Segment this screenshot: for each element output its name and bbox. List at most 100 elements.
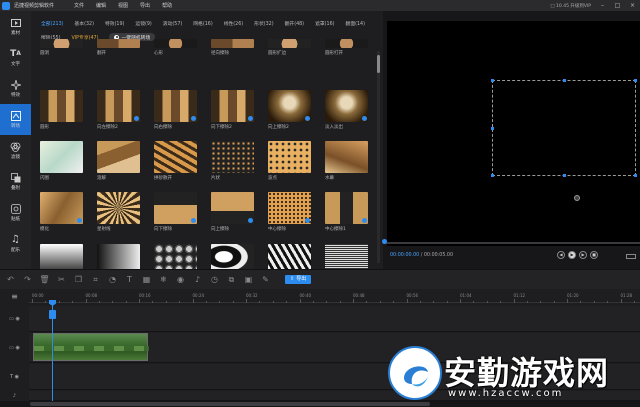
download-icon[interactable]	[305, 116, 310, 121]
menu-export[interactable]: 导出	[140, 2, 150, 9]
sidebar-item-text[interactable]: TA 文字	[0, 42, 31, 73]
transition-tile[interactable]: 淡入淡出	[325, 90, 368, 130]
transition-tile[interactable]: 模化	[40, 192, 83, 232]
category-tab-all[interactable]: 全部(213)	[41, 20, 64, 27]
transition-tile[interactable]: 圆形扩边	[268, 39, 311, 56]
transition-marker[interactable]	[49, 310, 56, 319]
resize-handle[interactable]	[491, 174, 494, 177]
resize-handle[interactable]	[491, 127, 494, 130]
mosaic-icon[interactable]: ▦	[141, 274, 152, 285]
fullscreen-icon[interactable]	[626, 254, 636, 259]
cut-icon[interactable]: ✂	[56, 274, 67, 285]
transition-tile[interactable]: 翻开	[97, 39, 140, 56]
category-tab[interactable]: 特效(19)	[105, 20, 124, 27]
download-icon[interactable]	[134, 116, 139, 121]
close-icon[interactable]: ×	[629, 2, 636, 9]
transition-tile[interactable]: 星射线	[97, 192, 140, 232]
transition-tile[interactable]: 向上擦除	[211, 192, 254, 232]
image-icon[interactable]: ▣	[243, 274, 254, 285]
freeze-icon[interactable]: ❄	[158, 274, 169, 285]
menu-file[interactable]: 文件	[74, 2, 84, 9]
resize-handle[interactable]	[634, 79, 637, 82]
transition-tile[interactable]: 片状	[211, 141, 254, 181]
transition-tile[interactable]: 圆形打开	[325, 39, 368, 56]
category-tab[interactable]: 线性(26)	[224, 20, 243, 27]
category-tab[interactable]: 运镜(9)	[135, 20, 151, 27]
redo-icon[interactable]: ↷	[22, 274, 33, 285]
transition-tile[interactable]: 溶解	[97, 141, 140, 181]
download-icon[interactable]	[305, 218, 310, 223]
menu-edit[interactable]: 编辑	[96, 2, 106, 9]
split-icon[interactable]: ⧉	[226, 274, 237, 285]
menu-help[interactable]: 帮助	[162, 2, 172, 9]
category-tab[interactable]: 翻开(48)	[285, 20, 304, 27]
transition-tile[interactable]: 向下擦除	[154, 192, 197, 232]
timeline-ruler[interactable]: 00:00 00:08 00:16 00:24 00:32 00:40 00:48 00:56…	[29, 289, 640, 303]
transition-tile[interactable]: 圆洞	[40, 39, 83, 56]
resize-handle[interactable]	[634, 174, 637, 177]
copy-icon[interactable]: ❐	[73, 274, 84, 285]
video-clip[interactable]	[33, 333, 149, 361]
transition-tile[interactable]: 向右擦除	[154, 90, 197, 130]
transition-tile[interactable]: 波点	[268, 141, 311, 181]
sidebar-item-filter[interactable]: 滤镜	[0, 135, 31, 166]
menu-view[interactable]: 视图	[118, 2, 128, 9]
export-button[interactable]: ⇪ 导出	[285, 275, 312, 284]
previous-icon[interactable]: ◀	[557, 251, 565, 259]
transition-tile[interactable]: 中心擦除1	[325, 192, 368, 232]
next-icon[interactable]: ▶	[579, 251, 587, 259]
transition-tile[interactable]: 向下擦除2	[211, 90, 254, 130]
text-edit-icon[interactable]: T	[124, 274, 135, 285]
transition-tile[interactable]: 圆形	[40, 90, 83, 130]
category-tab[interactable]: 网格(16)	[193, 20, 212, 27]
scrollbar-thumb[interactable]	[377, 55, 380, 73]
library-scrollbar[interactable]	[377, 51, 380, 263]
preview-progress-knob[interactable]	[382, 239, 387, 244]
timeline-scrollbar-thumb[interactable]	[30, 402, 430, 406]
selection-box[interactable]	[491, 79, 637, 177]
resize-handle[interactable]	[563, 79, 566, 82]
minimize-icon[interactable]: –	[599, 2, 606, 9]
sidebar-item-music[interactable]: ♫ 配乐	[0, 228, 31, 259]
transition-tile[interactable]: 水幕	[325, 141, 368, 181]
video-track-head[interactable]: ▭ ◉	[0, 333, 29, 363]
transition-tile[interactable]: 心形	[154, 39, 197, 56]
sidebar-item-effects[interactable]: 特效	[0, 73, 31, 104]
category-tab[interactable]: 滚动(57)	[163, 20, 182, 27]
transition-tile[interactable]: 拼砂散开	[154, 141, 197, 181]
stop-icon[interactable]: ■	[590, 251, 598, 259]
audio-track-head[interactable]: ♪	[0, 391, 29, 401]
category-tab[interactable]: 基本(32)	[75, 20, 94, 27]
preview-canvas[interactable]	[387, 21, 640, 246]
play-icon[interactable]: ▶	[568, 251, 576, 259]
mic-icon[interactable]: ♪	[192, 274, 203, 285]
text-track-head[interactable]: T ◉	[0, 364, 29, 390]
category-tab[interactable]: 遮罩(16)	[315, 20, 334, 27]
overlay-track[interactable]	[29, 306, 640, 332]
edit-icon[interactable]: ✎	[260, 274, 271, 285]
delete-icon[interactable]: 🗑	[39, 274, 50, 285]
transition-tile[interactable]: 闪图	[40, 141, 83, 181]
timeline-menu-icon[interactable]: ≡	[0, 291, 29, 301]
download-icon[interactable]	[248, 116, 253, 121]
timer-icon[interactable]: ◷	[209, 274, 220, 285]
maximize-icon[interactable]: □	[614, 2, 621, 9]
download-icon[interactable]	[362, 116, 367, 121]
download-icon[interactable]	[191, 218, 196, 223]
resize-handle[interactable]	[563, 174, 566, 177]
transition-tile[interactable]: 向左擦除2	[97, 90, 140, 130]
category-tab[interactable]: 翻面(14)	[346, 20, 365, 27]
transition-tile[interactable]: 中心擦除	[268, 192, 311, 232]
transition-tile[interactable]: 向上擦除2	[268, 90, 311, 130]
sidebar-item-sticker[interactable]: 贴纸	[0, 197, 31, 228]
download-icon[interactable]	[248, 218, 253, 223]
download-icon[interactable]	[77, 218, 82, 223]
rotate-icon[interactable]	[574, 195, 580, 201]
record-icon[interactable]: ◉	[175, 274, 186, 285]
sidebar-item-media[interactable]: 素材	[0, 11, 31, 42]
download-icon[interactable]	[191, 116, 196, 121]
transition-tile[interactable]: 径向擦除	[211, 39, 254, 56]
version-info[interactable]: □ 10.45 升级到VIP	[550, 3, 591, 9]
sidebar-item-overlay[interactable]: 叠附	[0, 166, 31, 197]
undo-icon[interactable]: ↶	[5, 274, 16, 285]
